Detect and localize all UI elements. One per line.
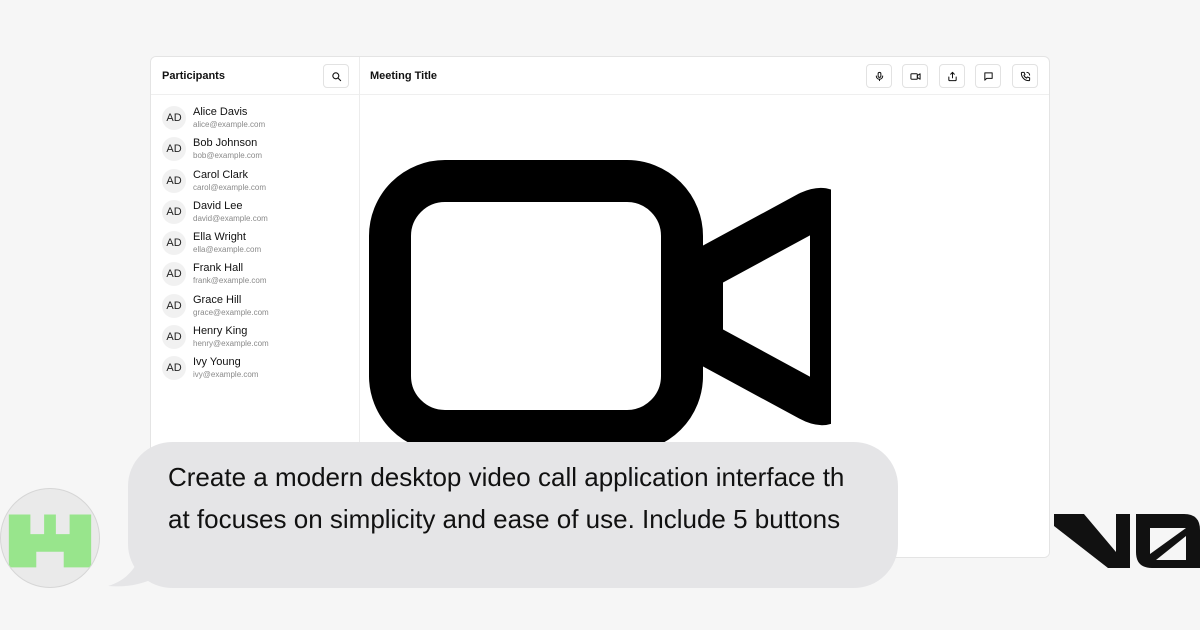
meeting-title: Meeting Title	[370, 70, 438, 82]
participant-item[interactable]: AD David Lee david@example.com	[151, 198, 359, 229]
avatar: AD	[162, 231, 186, 255]
microphone-button[interactable]	[866, 64, 892, 88]
participant-email: henry@example.com	[193, 338, 269, 348]
participant-email: bob@example.com	[193, 151, 263, 161]
avatar: AD	[162, 106, 186, 130]
participant-item[interactable]: AD Frank Hall frank@example.com	[151, 260, 359, 291]
avatar: AD	[162, 356, 186, 380]
meeting-header: Meeting Title	[360, 57, 1049, 95]
participant-name: Ella Wright	[193, 231, 246, 243]
sidebar-title: Participants	[162, 70, 225, 82]
avatar: AD	[162, 262, 186, 287]
avatar: AD	[162, 324, 186, 349]
user-avatar	[0, 488, 100, 588]
participant-name: Grace Hill	[193, 293, 242, 306]
participant-email: david@example.com	[193, 213, 268, 223]
share-icon	[947, 71, 957, 81]
participant-list: AD Alice Davis alice@example.com AD Bob …	[151, 104, 359, 385]
participant-email: frank@example.com	[193, 276, 267, 286]
video-camera-icon	[909, 72, 921, 80]
participant-email: grace@example.com	[193, 307, 269, 317]
prompt-text: Create a modern desktop video call appli…	[168, 462, 845, 534]
participant-email: ivy@example.com	[193, 370, 259, 379]
participant-name: Bob Johnson	[193, 137, 258, 150]
participant-email: ella@example.com	[193, 245, 262, 254]
participant-email: carol@example.com	[193, 182, 267, 192]
participant-item[interactable]: AD Alice Davis alice@example.com	[151, 104, 359, 135]
v0-logo-icon	[1054, 514, 1200, 568]
participant-item[interactable]: AD Carol Clark carol@example.com	[151, 167, 359, 198]
participant-item[interactable]: AD Henry King henry@example.com	[151, 323, 359, 354]
participant-name: Frank Hall	[193, 262, 244, 275]
avatar: AD	[162, 199, 186, 224]
search-button[interactable]	[323, 64, 349, 88]
avatar: AD	[162, 168, 186, 193]
participant-item[interactable]: AD Ella Wright ella@example.com	[151, 229, 359, 260]
chat-button[interactable]	[975, 64, 1001, 88]
participant-name: Carol Clark	[193, 168, 249, 181]
prompt-bubble: Create a modern desktop video call appli…	[128, 442, 898, 588]
call-button[interactable]	[1012, 64, 1038, 88]
participant-name: Ivy Young	[193, 356, 241, 368]
avatar: AD	[162, 293, 186, 318]
share-screen-button[interactable]	[939, 64, 965, 88]
participant-item[interactable]: AD Ivy Young ivy@example.com	[151, 354, 359, 385]
chat-icon	[983, 71, 993, 81]
participant-item[interactable]: AD Bob Johnson bob@example.com	[151, 135, 359, 166]
participant-name: Alice Davis	[193, 106, 248, 118]
participant-email: alice@example.com	[193, 120, 266, 129]
avatar: AD	[162, 137, 186, 162]
participant-name: Henry King	[193, 324, 248, 337]
sidebar-header: Participants	[151, 57, 359, 95]
microphone-icon	[875, 71, 883, 81]
phone-icon	[1020, 71, 1030, 81]
search-icon	[331, 71, 341, 81]
video-toggle-button[interactable]	[902, 64, 928, 88]
participant-item[interactable]: AD Grace Hill grace@example.com	[151, 292, 359, 323]
video-camera-icon	[369, 160, 831, 452]
castle-logo-icon	[8, 514, 92, 568]
participant-name: David Lee	[193, 199, 243, 212]
